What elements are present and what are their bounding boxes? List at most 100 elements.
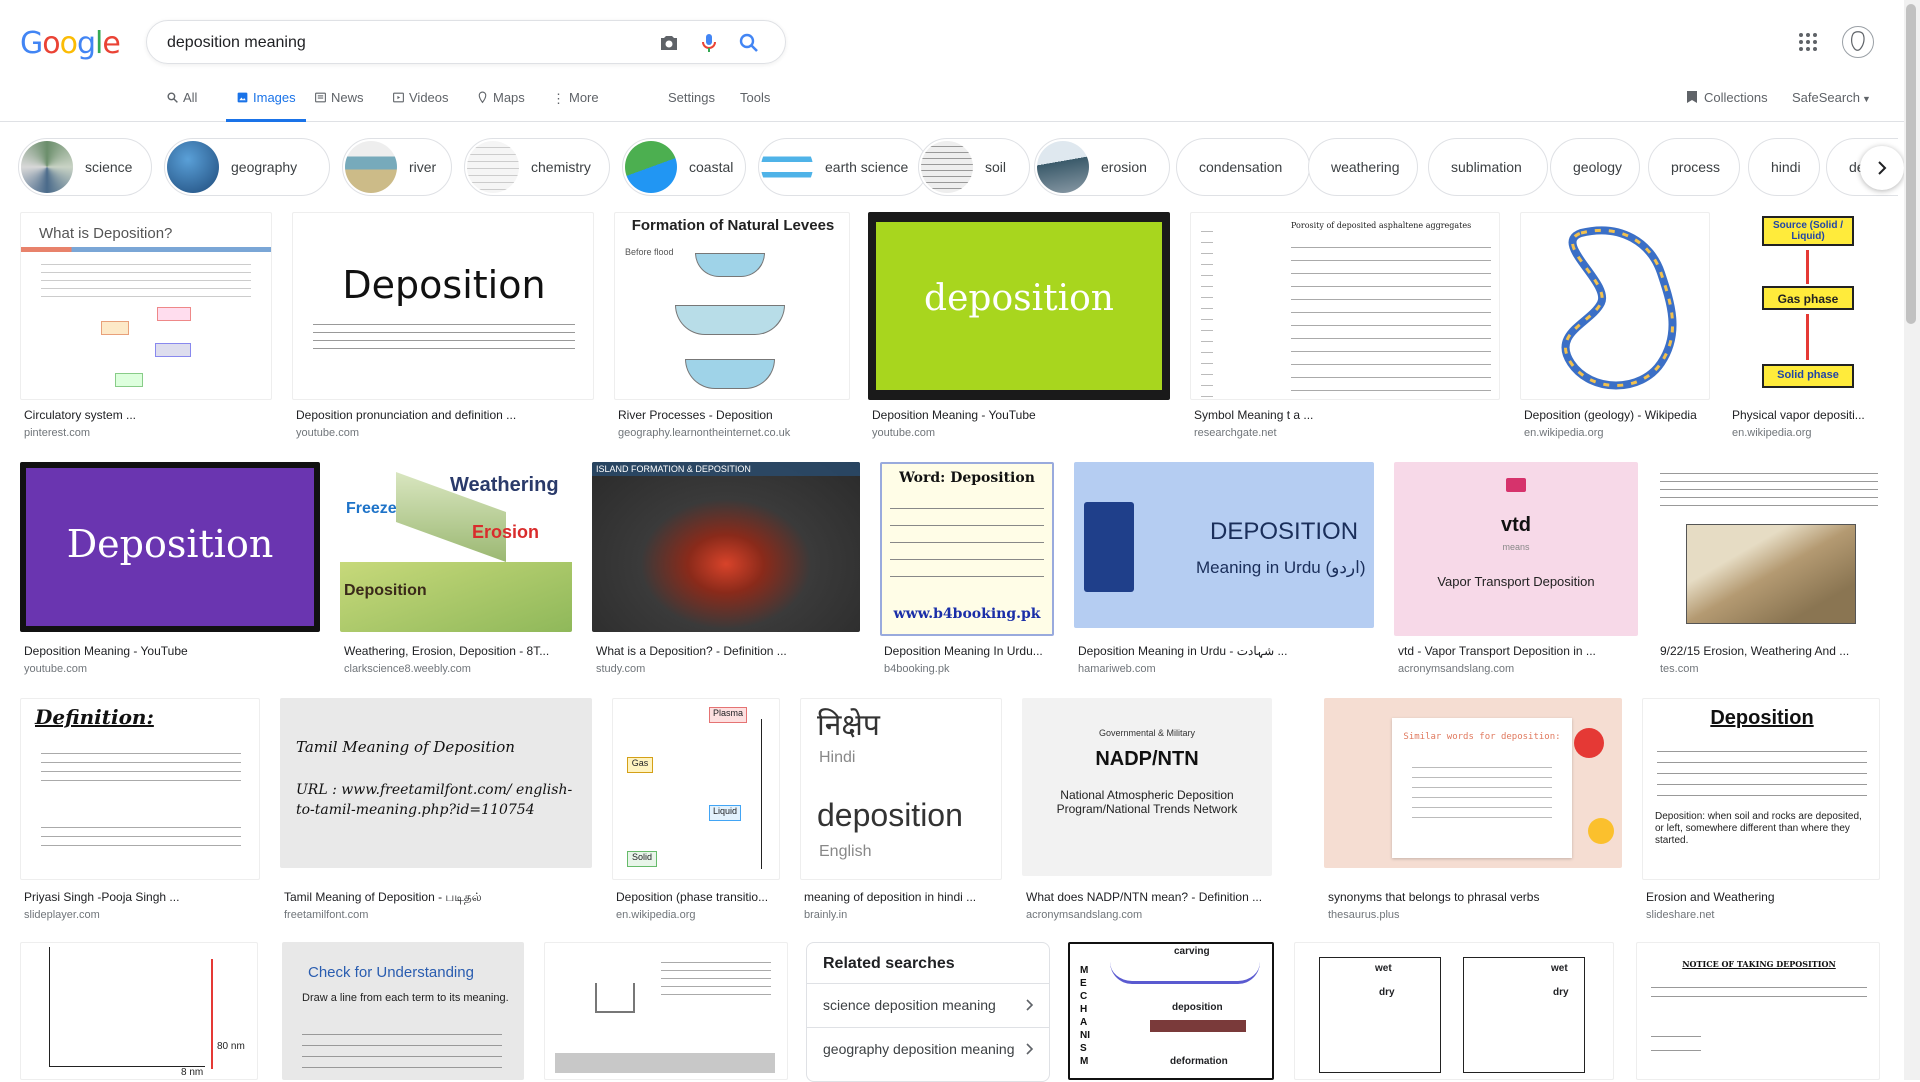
result-source[interactable]: acronymsandslang.com bbox=[1026, 909, 1272, 921]
search-input[interactable] bbox=[167, 31, 647, 55]
result-source[interactable]: en.wikipedia.org bbox=[1524, 427, 1710, 439]
chip-coastal[interactable]: coastal bbox=[622, 138, 746, 196]
image-result[interactable]: Definition: Priyasi Singh -Pooja Singh .… bbox=[20, 698, 260, 926]
search-icon[interactable] bbox=[737, 31, 761, 55]
result-image[interactable]: Deposition bbox=[292, 212, 594, 400]
result-source[interactable]: researchgate.net bbox=[1194, 427, 1500, 439]
chip-geography[interactable]: geography bbox=[164, 138, 330, 196]
result-title[interactable]: Deposition (phase transitio... bbox=[616, 890, 780, 904]
chip-soil[interactable]: soil bbox=[918, 138, 1030, 196]
safesearch-dropdown[interactable]: SafeSearch ▼ bbox=[1792, 90, 1871, 105]
image-result[interactable]: Word: Deposition www.b4booking.pk Deposi… bbox=[880, 462, 1054, 686]
image-result[interactable]: निक्षेप Hindi deposition English meaning… bbox=[800, 698, 1002, 926]
related-search-item[interactable]: geography deposition meaning bbox=[807, 1027, 1049, 1071]
image-result[interactable]: Check for Understanding Draw a line from… bbox=[282, 942, 524, 1080]
result-image[interactable]: Source (Solid / Liquid) Gas phase Solid … bbox=[1728, 212, 1878, 400]
result-title[interactable]: Deposition Meaning In Urdu... bbox=[884, 644, 1054, 658]
image-result[interactable]: wet dry wet dry bbox=[1294, 942, 1614, 1080]
result-title[interactable]: What does NADP/NTN mean? - Definition ..… bbox=[1026, 890, 1272, 904]
result-title[interactable]: Tamil Meaning of Deposition - படிதல் bbox=[284, 890, 592, 906]
search-box[interactable] bbox=[146, 20, 786, 64]
result-image[interactable]: vtd means Vapor Transport Deposition bbox=[1394, 462, 1638, 636]
microphone-icon[interactable] bbox=[697, 31, 721, 55]
result-title[interactable]: synonyms that belongs to phrasal verbs bbox=[1328, 890, 1622, 904]
result-source[interactable]: en.wikipedia.org bbox=[1732, 427, 1878, 439]
result-title[interactable]: Deposition (geology) - Wikipedia bbox=[1524, 408, 1710, 422]
result-image[interactable]: MECHANISM carving deposition deformation bbox=[1068, 942, 1274, 1080]
image-result[interactable]: Weathering Freeze Erosion Deposition Wea… bbox=[340, 462, 572, 686]
chip-weathering[interactable]: weathering bbox=[1308, 138, 1418, 196]
tab-more[interactable]: ⋮ More bbox=[552, 90, 599, 122]
result-image[interactable]: What is Deposition? bbox=[20, 212, 272, 400]
result-source[interactable]: brainly.in bbox=[804, 909, 1002, 921]
result-source[interactable]: pinterest.com bbox=[24, 427, 272, 439]
chip-sublimation[interactable]: sublimation bbox=[1428, 138, 1548, 196]
image-result[interactable]: Tamil Meaning of Deposition URL : www.fr… bbox=[280, 698, 592, 926]
camera-icon[interactable] bbox=[657, 31, 681, 55]
result-source[interactable]: youtube.com bbox=[296, 427, 594, 439]
result-title[interactable]: Deposition pronunciation and definition … bbox=[296, 408, 594, 422]
result-title[interactable]: 9/22/15 Erosion, Weathering And ... bbox=[1660, 644, 1882, 658]
result-source[interactable]: youtube.com bbox=[872, 427, 1170, 439]
chip-science[interactable]: science bbox=[18, 138, 152, 196]
image-result[interactable]: Deposition Deposition pronunciation and … bbox=[292, 212, 594, 444]
result-image[interactable]: ISLAND FORMATION & DEPOSITION bbox=[592, 462, 860, 632]
result-title[interactable]: vtd - Vapor Transport Deposition in ... bbox=[1398, 644, 1638, 658]
image-result[interactable]: DEPOSITION Meaning in Urdu (اردو) Deposi… bbox=[1074, 462, 1374, 686]
tab-maps[interactable]: Maps bbox=[476, 90, 525, 122]
chip-earth-science[interactable]: earth science bbox=[758, 138, 928, 196]
chip-geology[interactable]: geology bbox=[1550, 138, 1640, 196]
result-image[interactable]: निक्षेप Hindi deposition English bbox=[800, 698, 1002, 880]
result-image[interactable] bbox=[1520, 212, 1710, 400]
result-source[interactable]: study.com bbox=[596, 663, 860, 675]
result-image[interactable]: Tamil Meaning of Deposition URL : www.fr… bbox=[280, 698, 592, 868]
image-result[interactable]: Governmental & Military NADP/NTN Nationa… bbox=[1022, 698, 1272, 926]
image-result[interactable]: Source (Solid / Liquid) Gas phase Solid … bbox=[1728, 212, 1878, 444]
settings-link[interactable]: Settings bbox=[668, 90, 715, 122]
tab-all[interactable]: All bbox=[166, 90, 197, 122]
result-source[interactable]: b4booking.pk bbox=[884, 663, 1054, 675]
result-source[interactable]: slideplayer.com bbox=[24, 909, 260, 921]
image-result[interactable]: Deposition (geology) - Wikipedia en.wiki… bbox=[1520, 212, 1710, 444]
collections-link[interactable]: Collections bbox=[1686, 90, 1768, 107]
image-result[interactable]: MECHANISM carving deposition deformation bbox=[1068, 942, 1274, 1080]
chip-chemistry[interactable]: chemistry bbox=[464, 138, 610, 196]
result-image[interactable]: Plasma Gas Liquid Solid bbox=[612, 698, 780, 880]
result-title[interactable]: Deposition Meaning - YouTube bbox=[24, 644, 320, 658]
image-result[interactable]: Porosity of deposited asphaltene aggrega… bbox=[1190, 212, 1500, 444]
image-result[interactable] bbox=[544, 942, 788, 1080]
result-image[interactable]: Deposition bbox=[20, 462, 320, 632]
google-logo[interactable]: Google bbox=[20, 26, 121, 61]
result-image[interactable]: Similar words for deposition: bbox=[1324, 698, 1622, 868]
result-image[interactable]: Deposition Deposition: when soil and roc… bbox=[1642, 698, 1880, 880]
chip-erosion[interactable]: erosion bbox=[1034, 138, 1170, 196]
image-result[interactable]: 9/22/15 Erosion, Weathering And ... tes.… bbox=[1656, 462, 1882, 686]
result-title[interactable]: Erosion and Weathering bbox=[1646, 890, 1880, 904]
image-result[interactable]: Plasma Gas Liquid Solid Deposition (phas… bbox=[612, 698, 780, 926]
result-image[interactable]: Porosity of deposited asphaltene aggrega… bbox=[1190, 212, 1500, 400]
result-title[interactable]: Weathering, Erosion, Deposition - 8T... bbox=[344, 644, 572, 658]
tools-link[interactable]: Tools bbox=[740, 90, 770, 122]
result-source[interactable]: geography.learnontheinternet.co.uk bbox=[618, 427, 850, 439]
result-image[interactable]: DEPOSITION Meaning in Urdu (اردو) bbox=[1074, 462, 1374, 628]
image-result[interactable]: Formation of Natural Levees Before flood… bbox=[614, 212, 850, 444]
result-image[interactable]: Check for Understanding Draw a line from… bbox=[282, 942, 524, 1080]
result-title[interactable]: Circulatory system ... bbox=[24, 408, 272, 422]
chip-hindi[interactable]: hindi bbox=[1748, 138, 1820, 196]
tab-videos[interactable]: Videos bbox=[392, 90, 449, 122]
result-title[interactable]: River Processes - Deposition bbox=[618, 408, 850, 422]
result-source[interactable]: clarkscience8.weebly.com bbox=[344, 663, 572, 675]
result-image[interactable]: deposition bbox=[868, 212, 1170, 400]
result-image[interactable]: Formation of Natural Levees Before flood bbox=[614, 212, 850, 400]
result-title[interactable]: Priyasi Singh -Pooja Singh ... bbox=[24, 890, 260, 904]
result-image[interactable] bbox=[544, 942, 788, 1080]
result-source[interactable]: hamariweb.com bbox=[1078, 663, 1374, 675]
tab-images[interactable]: Images bbox=[226, 90, 306, 122]
apps-grid-icon[interactable] bbox=[1796, 30, 1820, 54]
result-title[interactable]: meaning of deposition in hindi ... bbox=[804, 890, 1002, 904]
result-source[interactable]: tes.com bbox=[1660, 663, 1882, 675]
result-image[interactable]: wet dry wet dry bbox=[1294, 942, 1614, 1080]
result-source[interactable]: slideshare.net bbox=[1646, 909, 1880, 921]
result-title[interactable]: Physical vapor depositi... bbox=[1732, 408, 1878, 422]
result-title[interactable]: Deposition Meaning - YouTube bbox=[872, 408, 1170, 422]
